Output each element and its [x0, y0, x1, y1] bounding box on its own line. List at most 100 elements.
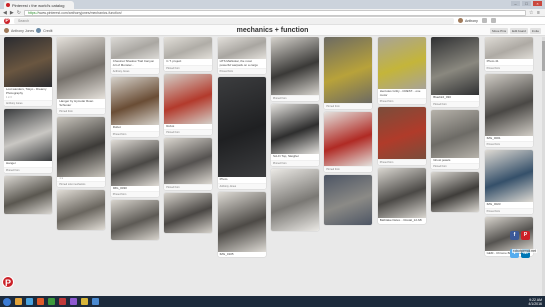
browser-tab[interactable]: Pinterest • the world's catalog — [4, 1, 74, 9]
pin-source[interactable]: Pinned from — [431, 163, 480, 169]
pin-image[interactable] — [4, 109, 52, 161]
maximize-button[interactable]: □ — [522, 1, 531, 6]
pin-source[interactable]: Pinned from — [271, 159, 319, 166]
pin-card[interactable] — [110, 200, 159, 240]
pin-card[interactable]: Pinned from — [271, 37, 319, 101]
close-window-button[interactable]: × — [533, 1, 542, 6]
reload-icon[interactable]: ↻ — [17, 10, 21, 16]
pinterest-pin-it-icon[interactable]: P — [2, 276, 14, 288]
pin-image[interactable] — [57, 37, 106, 99]
pin-source[interactable]: Pinned onto mechanics — [57, 181, 106, 187]
taskbar-app-icon[interactable] — [15, 298, 22, 305]
pin-card[interactable]: Hanger Pinned from — [4, 109, 52, 173]
pin-source[interactable]: Pinned from — [217, 68, 266, 74]
pinterest-icon[interactable]: P — [521, 231, 530, 240]
pin-card[interactable]: IMG_0105 — [217, 191, 266, 257]
taskbar-app-icon[interactable] — [48, 298, 55, 305]
pin-image[interactable] — [164, 37, 213, 59]
pin-image[interactable] — [110, 77, 159, 125]
pin-card[interactable] — [57, 190, 106, 230]
pin-image[interactable] — [57, 117, 106, 177]
taskbar-app-icon[interactable] — [92, 298, 99, 305]
start-button-icon[interactable] — [3, 297, 11, 306]
pin-card[interactable]: Chestnut Shadow Trail Canyon Art of Mons… — [110, 37, 159, 74]
pin-image[interactable] — [110, 37, 159, 59]
pin-card[interactable] — [4, 175, 52, 214]
pin-card[interactable]: Hanger by Hymolar Roan Schuster Pinned fr… — [57, 37, 106, 114]
pin-source[interactable]: Anthony Jones — [217, 182, 266, 189]
pinterest-logo-icon[interactable]: P — [4, 17, 10, 24]
pin-card[interactable]: Ghost jewels Pinned from — [431, 109, 480, 169]
pin-source[interactable]: Pinned from — [324, 103, 373, 109]
pin-image[interactable] — [271, 168, 319, 231]
pin-source[interactable]: Pinned from — [4, 166, 52, 173]
pin-card[interactable]: Robot Pinned from — [110, 77, 159, 137]
pin-image[interactable] — [431, 37, 480, 95]
pin-image[interactable] — [271, 104, 319, 154]
pin-card[interactable]: Pinned from — [324, 37, 373, 109]
pin-card[interactable]: Photo 41 Pinned from — [484, 37, 533, 71]
notifications-icon[interactable] — [481, 18, 487, 23]
pin-card[interactable]: Hercules Gritty - CREST... one motor Pinn… — [377, 37, 426, 104]
pin-image[interactable] — [324, 112, 373, 166]
pin-image[interactable] — [110, 200, 159, 240]
pin-image[interactable] — [164, 193, 213, 233]
pin-image[interactable] — [164, 73, 213, 124]
pin-card[interactable]: Pinned from — [377, 107, 426, 165]
pin-source[interactable]: Pinned from — [484, 207, 533, 214]
taskbar-app-icon[interactable] — [37, 298, 44, 305]
pin-source[interactable]: Pinned from — [110, 191, 159, 197]
pin-source[interactable]: Pinned from — [324, 166, 373, 172]
pin-source[interactable]: Pinned from — [271, 95, 319, 101]
pin-image[interactable] — [484, 73, 533, 136]
chrome-menu-icon[interactable]: ≡ — [537, 10, 542, 16]
pin-source[interactable]: Pinned from — [377, 159, 426, 165]
pin-card[interactable] — [164, 193, 213, 233]
pin-card[interactable]: IMG_0030 Pinned from — [110, 139, 159, 197]
minimize-button[interactable]: – — [511, 1, 520, 6]
pin-source[interactable]: Pinned from — [377, 98, 426, 104]
taskbar-app-icon[interactable] — [70, 298, 77, 305]
pin-card[interactable]: Photo Anthony Jones — [217, 77, 266, 189]
pin-card[interactable]: HTS Mahkolar, the most powerful warpack … — [217, 37, 266, 74]
pin-card[interactable] — [431, 172, 480, 212]
pin-image[interactable] — [324, 37, 373, 103]
search-input[interactable]: Search — [14, 17, 454, 24]
pin-image[interactable] — [110, 139, 159, 186]
taskbar-app-icon[interactable] — [59, 298, 66, 305]
pin-card[interactable]: IMG_0001 Pinned from — [484, 73, 533, 147]
pin-card[interactable]: IMG_0023 Pinned from — [484, 150, 533, 214]
pin-image[interactable] — [164, 138, 213, 184]
pin-image[interactable] — [217, 191, 266, 252]
pin-image[interactable] — [271, 37, 319, 95]
pin-source[interactable]: Pinned from — [484, 64, 533, 71]
pin-image[interactable] — [217, 77, 266, 177]
pin-image[interactable] — [217, 37, 266, 59]
pin-source[interactable]: Pinned from — [164, 129, 213, 135]
pin-image[interactable] — [57, 190, 106, 230]
taskbar-app-icon[interactable] — [26, 298, 33, 305]
move-pins-button[interactable]: Move Pins — [490, 28, 509, 34]
invite-button[interactable]: Invite — [529, 28, 541, 34]
pin-image[interactable] — [431, 109, 480, 158]
pin-card[interactable] — [271, 168, 319, 231]
pin-card[interactable]: 1 ♥ Pinned onto mechanics — [57, 117, 106, 187]
pin-image[interactable] — [431, 172, 480, 212]
pin-source[interactable]: Pinned from — [164, 64, 213, 71]
pin-card[interactable]: Lost wanders, Tokyo - Dreamy Photography… — [4, 37, 52, 106]
user-profile-button[interactable]: Anthony — [458, 18, 478, 23]
star-icon[interactable]: ☆ — [529, 10, 534, 16]
pin-card[interactable] — [324, 175, 373, 225]
pin-image[interactable] — [4, 175, 52, 214]
pin-image[interactable] — [377, 37, 426, 89]
pin-image[interactable] — [377, 168, 426, 218]
pin-image[interactable] — [377, 107, 426, 159]
back-arrow-icon[interactable]: ◀ — [3, 10, 7, 16]
pin-card[interactable]: Robot Pinned from — [164, 73, 213, 135]
pin-card[interactable]: Pinned from — [164, 138, 213, 190]
pin-source[interactable]: Anthony Jones — [110, 68, 159, 74]
pin-source[interactable]: Anthony Jones — [4, 100, 52, 106]
pin-source[interactable]: Pinned from — [57, 108, 106, 114]
pin-source[interactable]: Pinned from — [484, 141, 533, 147]
settings-icon[interactable] — [490, 18, 496, 23]
